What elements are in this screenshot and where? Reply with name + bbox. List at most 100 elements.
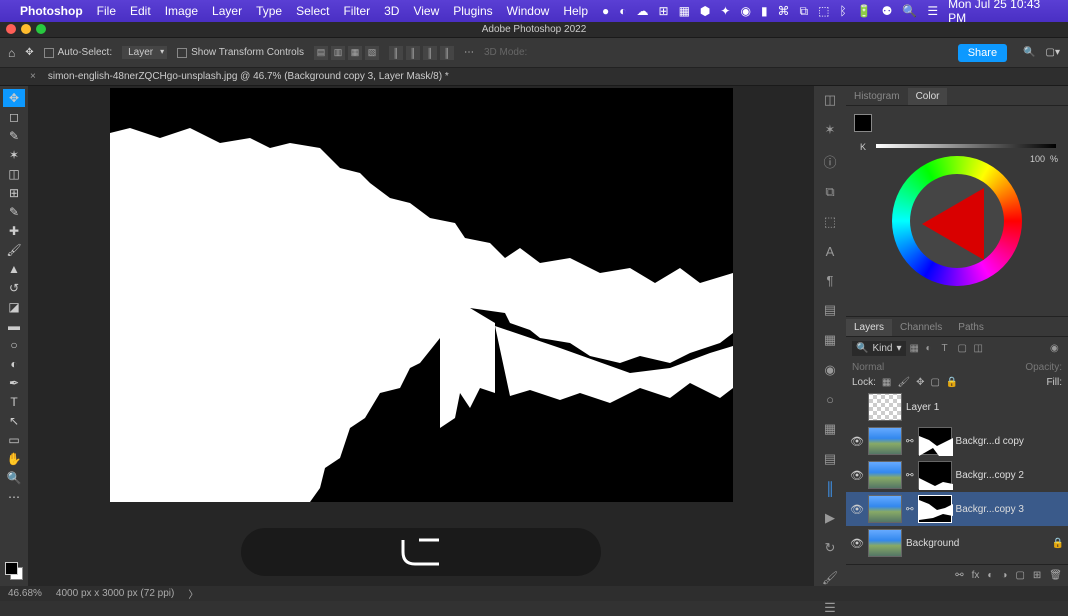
search-icon[interactable]: 🔍 — [902, 4, 917, 18]
frame-tool[interactable]: ⊞ — [3, 184, 25, 202]
link-layers-icon[interactable]: ⚯ — [955, 570, 963, 581]
filter-pixel-icon[interactable]: ▦ — [910, 343, 922, 355]
menubar-icon[interactable]: ◉ — [740, 4, 750, 18]
document-tab[interactable]: simon-english-48nerZQCHgo-unsplash.jpg @… — [40, 69, 457, 84]
layer-item[interactable]: Layer 1 — [846, 390, 1068, 424]
distribute-button[interactable]: ║ — [423, 46, 437, 60]
align-button[interactable]: ▦ — [348, 46, 362, 60]
link-icon[interactable]: ⚯ — [906, 436, 914, 447]
blend-mode-dropdown[interactable]: Normal — [852, 362, 884, 373]
move-tool-icon[interactable]: ✥ — [25, 47, 33, 58]
filter-adjust-icon[interactable]: ◐ — [926, 343, 938, 355]
filter-shape-icon[interactable]: ▢ — [958, 343, 970, 355]
panel-icon[interactable]: ◫ — [821, 92, 839, 108]
auto-select-checkbox[interactable] — [44, 48, 54, 58]
filter-smart-icon[interactable]: ◫ — [974, 343, 986, 355]
dodge-tool[interactable]: ◐ — [3, 355, 25, 373]
layer-thumbnail[interactable] — [868, 393, 902, 421]
layer-item[interactable]: 👁 ⚯ Backgr...copy 3 — [846, 492, 1068, 526]
delete-icon[interactable]: 🗑 — [1049, 570, 1062, 581]
fx-icon[interactable]: fx — [972, 570, 980, 581]
tab-channels[interactable]: Channels — [892, 319, 950, 336]
tab-histogram[interactable]: Histogram — [846, 88, 908, 105]
canvas-area[interactable] — [28, 86, 814, 586]
panel-icon[interactable]: ☰ — [821, 600, 839, 616]
menu-edit[interactable]: Edit — [130, 4, 151, 18]
layer-dropdown[interactable]: Layer — [122, 46, 167, 59]
menu-help[interactable]: Help — [563, 4, 588, 18]
layer-thumbnail[interactable] — [868, 495, 902, 523]
app-name[interactable]: Photoshop — [20, 4, 83, 18]
eraser-tool[interactable]: ◪ — [3, 298, 25, 316]
search-icon[interactable]: 🔍 — [1023, 47, 1035, 58]
zoom-tool[interactable]: 🔍 — [3, 469, 25, 487]
layer-thumbnail[interactable] — [868, 529, 902, 557]
menubar-icon[interactable]: ⌘ — [778, 4, 790, 18]
menu-file[interactable]: File — [97, 4, 116, 18]
new-layer-icon[interactable]: ⊞ — [1033, 570, 1041, 581]
marquee-tool[interactable]: ◻ — [3, 108, 25, 126]
menubar-icon[interactable]: ⧉ — [800, 4, 809, 19]
lock-artboard-icon[interactable]: ▢ — [930, 377, 939, 388]
menubar-icon[interactable]: ᛒ — [839, 4, 846, 18]
tab-color[interactable]: Color — [908, 88, 948, 105]
group-icon[interactable]: ▢ — [1015, 570, 1024, 581]
foreground-swatch[interactable] — [854, 114, 872, 132]
visibility-toggle[interactable]: 👁 — [850, 469, 864, 482]
visibility-toggle[interactable]: 👁 — [850, 435, 864, 448]
visibility-toggle[interactable]: 👁 — [850, 537, 864, 550]
control-center-icon[interactable]: ☰ — [927, 4, 938, 18]
workspace-icon[interactable]: ▢▾ — [1046, 47, 1060, 58]
panel-icon[interactable]: ⬚ — [821, 214, 839, 230]
share-button[interactable]: Share — [958, 44, 1007, 62]
panel-icon[interactable]: ↻ — [821, 540, 839, 556]
stamp-tool[interactable]: ▲ — [3, 260, 25, 278]
edit-toolbar[interactable]: ⋯ — [3, 488, 25, 506]
mask-icon[interactable]: ◐ — [987, 570, 993, 581]
lasso-tool[interactable]: ✎ — [3, 127, 25, 145]
minimize-window-button[interactable] — [21, 24, 31, 34]
close-window-button[interactable] — [6, 24, 16, 34]
menu-type[interactable]: Type — [256, 4, 282, 18]
color-swatch[interactable] — [5, 562, 23, 580]
link-icon[interactable]: ⚯ — [906, 470, 914, 481]
battery-icon[interactable]: 🔋 — [857, 4, 872, 18]
layer-mask[interactable] — [918, 495, 952, 523]
brush-tool[interactable]: 🖌 — [3, 241, 25, 259]
panel-icon[interactable]: ▦ — [821, 332, 839, 348]
panel-icon[interactable]: ¶ — [821, 273, 839, 288]
filter-toggle[interactable]: ◉ — [1050, 343, 1062, 355]
tab-paths[interactable]: Paths — [950, 319, 992, 336]
layer-mask[interactable] — [918, 427, 952, 455]
crop-tool[interactable]: ◫ — [3, 165, 25, 183]
layer-thumbnail[interactable] — [868, 427, 902, 455]
hand-tool[interactable]: ✋ — [3, 450, 25, 468]
layer-item[interactable]: 👁 Background 🔒 — [846, 526, 1068, 560]
menubar-icon[interactable]: ⬢ — [700, 4, 710, 18]
eyedropper-tool[interactable]: ✎ — [3, 203, 25, 221]
menubar-icon[interactable]: ▮ — [761, 4, 768, 18]
panel-icon[interactable]: ⧉ — [821, 184, 839, 200]
wifi-icon[interactable]: ⚉ — [882, 4, 893, 18]
menubar-icon[interactable]: ⊞ — [659, 4, 669, 18]
menu-select[interactable]: Select — [296, 4, 329, 18]
visibility-toggle[interactable]: 👁 — [850, 503, 864, 516]
menu-window[interactable]: Window — [507, 4, 550, 18]
menubar-icon[interactable]: ☁ — [637, 4, 649, 18]
status-more-icon[interactable]: 〉 — [188, 586, 198, 601]
wand-tool[interactable]: ✶ — [3, 146, 25, 164]
gradient-tool[interactable]: ▬ — [3, 317, 25, 335]
adjust-icon[interactable]: ◑ — [1001, 570, 1007, 581]
k-slider[interactable]: K 100 % — [876, 144, 1056, 152]
panel-icon[interactable]: ⓘ — [821, 152, 839, 170]
distribute-button[interactable]: ║ — [440, 46, 454, 60]
type-tool[interactable]: T — [3, 393, 25, 411]
layer-mask[interactable] — [918, 461, 952, 489]
history-brush-tool[interactable]: ↺ — [3, 279, 25, 297]
layer-item[interactable]: 👁 ⚯ Backgr...copy 2 — [846, 458, 1068, 492]
menu-plugins[interactable]: Plugins — [453, 4, 492, 18]
distribute-button[interactable]: ║ — [406, 46, 420, 60]
lock-brush-icon[interactable]: 🖌 — [897, 377, 910, 388]
panel-icon[interactable]: ○ — [821, 392, 839, 407]
align-button[interactable]: ▧ — [365, 46, 379, 60]
